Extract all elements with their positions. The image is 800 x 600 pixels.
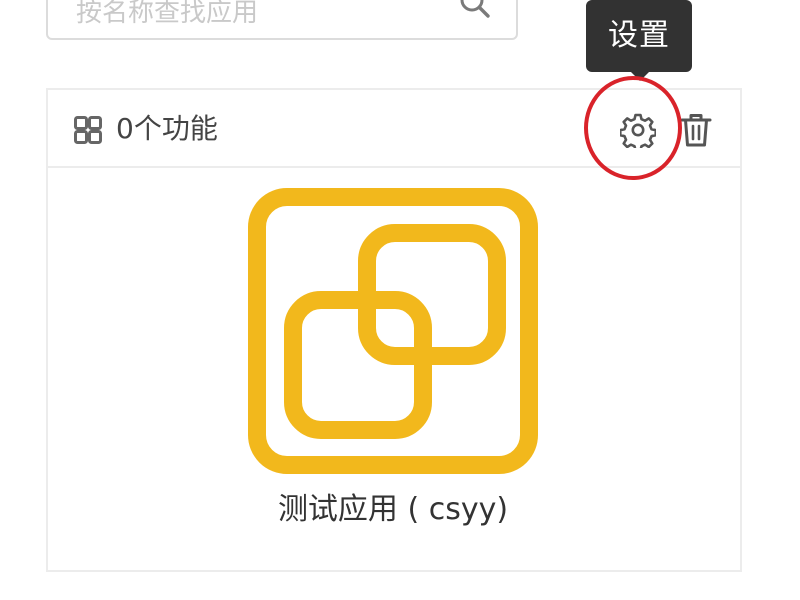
trash-icon[interactable] bbox=[680, 112, 712, 148]
app-name-label: 测试应用 ( csyy) bbox=[277, 492, 509, 527]
app-logo-icon[interactable] bbox=[248, 188, 538, 474]
grid-icon bbox=[74, 116, 102, 144]
app-card-header: 0个功能 bbox=[48, 90, 740, 168]
search-input[interactable] bbox=[74, 0, 458, 36]
search-box bbox=[46, 0, 518, 40]
settings-tooltip: 设置 bbox=[586, 0, 692, 72]
tooltip-arrow bbox=[631, 72, 649, 81]
feature-count: 0个功能 bbox=[116, 112, 218, 145]
search-icon[interactable] bbox=[458, 0, 492, 20]
gear-icon[interactable] bbox=[620, 112, 656, 148]
app-management-page: 设置 0个功能 bbox=[0, 0, 800, 600]
